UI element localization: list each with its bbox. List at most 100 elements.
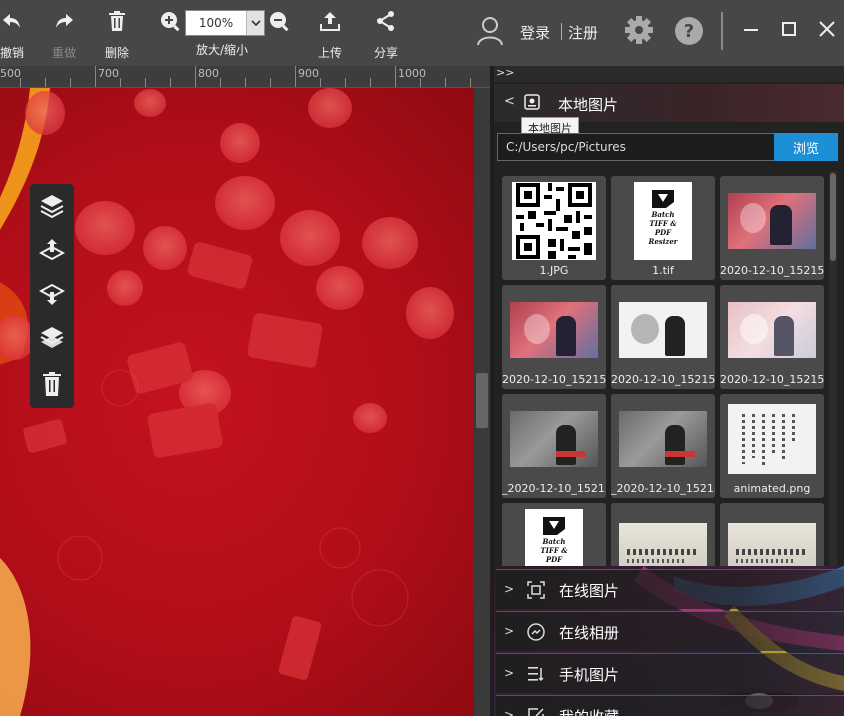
undo-label: 撤销 [0, 46, 24, 60]
bring-to-front-button[interactable] [36, 322, 68, 354]
minimize-icon[interactable] [742, 20, 760, 38]
delete-button[interactable]: 删除 [97, 0, 137, 66]
upload-label: 上传 [317, 46, 342, 60]
login-link[interactable]: 登录 [520, 22, 550, 43]
tif-logo-icon [652, 190, 674, 208]
section-phone-images[interactable]: > 手机图片 [496, 653, 844, 693]
canvas-vertical-scrollbar[interactable] [474, 88, 490, 716]
browse-button[interactable]: 浏览 [774, 133, 838, 161]
share-button[interactable]: 分享 [366, 0, 406, 66]
chevron-down-icon[interactable] [246, 11, 264, 35]
send-backward-button[interactable] [36, 278, 68, 310]
ruler-label: 1000 [398, 67, 426, 80]
thumbnail-name: _2020-12-10_15215... [611, 482, 715, 495]
section-my-favorites[interactable]: > 我的收藏 [496, 695, 844, 716]
thumbnail-image [728, 400, 816, 478]
thumbnail-name: 1.tif [652, 264, 674, 277]
section-label: 在线相册 [559, 624, 620, 642]
favorites-icon [528, 708, 544, 716]
zoom-input[interactable] [186, 11, 246, 35]
trash-icon [43, 372, 61, 396]
toolbar-divider [721, 12, 723, 50]
register-link[interactable]: 注册 [568, 22, 598, 43]
scroll-thumb[interactable] [830, 173, 836, 261]
thumbnail-item[interactable] [611, 503, 715, 568]
section-online-images[interactable]: > 在线图片 [496, 569, 844, 609]
section-label: 我的收藏 [559, 706, 619, 716]
thumbnail-name: 2020-12-10_152156... [720, 264, 824, 277]
gear-icon[interactable] [624, 15, 654, 45]
thumbnail-name: animated.png [733, 482, 811, 495]
layers-icon [40, 195, 64, 219]
section-arrow: > [504, 582, 515, 596]
bring-forward-button[interactable] [36, 234, 68, 266]
online-album-icon [527, 623, 545, 641]
section-arrow: > [504, 624, 515, 638]
thumbnail-item[interactable]: _2020-12-10_15215... [502, 394, 606, 498]
upload-button[interactable]: 上传 [310, 0, 350, 66]
layers-button[interactable] [36, 190, 68, 222]
online-image-icon [527, 581, 545, 599]
panel-expand-toggle[interactable]: >> [494, 66, 844, 82]
upload-icon [320, 12, 340, 31]
thumbnail-name: 2020-12-10_152156... [720, 373, 824, 386]
bring-forward-icon [39, 239, 65, 261]
horizontal-ruler: 500 700 800 900 1000 [0, 66, 490, 88]
thumbnail-name: 1.JPG [539, 264, 569, 277]
thumbnail-image: Batch TIFF & PDF [510, 509, 598, 568]
thumbnail-image [728, 509, 816, 568]
thumbnail-item[interactable]: 2020-12-10_152156... [720, 176, 824, 280]
panel-title: 本地图片 [558, 96, 619, 114]
thumbnail-item[interactable]: Batch TIFF & PDF Resizer 1.tif [611, 176, 715, 280]
undo-button[interactable]: 撤销 [0, 0, 32, 66]
thumbnail-image [619, 509, 707, 568]
thumbnail-item[interactable]: Batch TIFF & PDF [502, 503, 606, 568]
layer-toolbar [30, 184, 74, 408]
scroll-thumb[interactable] [476, 373, 488, 428]
tif-logo-icon [543, 517, 565, 535]
thumbnail-item[interactable]: 1.JPG [502, 176, 606, 280]
thumbnail-image [728, 291, 816, 369]
thumbnail-scrollbar[interactable] [829, 171, 837, 566]
zoom-in-button[interactable] [157, 0, 183, 66]
delete-layer-button[interactable] [36, 368, 68, 400]
zoom-out-icon [270, 12, 289, 32]
svg-text:?: ? [684, 21, 694, 42]
thumbnail-name: 2020-12-10_152156... [611, 373, 715, 386]
send-backward-icon [39, 283, 65, 305]
thumbnail-image [728, 182, 816, 260]
maximize-icon[interactable] [780, 20, 798, 38]
thumbnail-image: Batch TIFF & PDF Resizer [619, 182, 707, 260]
thumbnail-item[interactable]: _2020-12-10_15215... [611, 394, 715, 498]
back-button[interactable]: < [504, 94, 515, 109]
section-label: 手机图片 [559, 666, 620, 684]
section-arrow: > [504, 666, 515, 680]
login-separator [561, 23, 562, 40]
thumbnail-item[interactable]: animated.png [720, 394, 824, 498]
thumbnail-grid: 1.JPG Batch TIFF & PDF Resizer 1.tif 202… [497, 168, 827, 568]
redo-button[interactable]: 重做 [44, 0, 84, 66]
help-icon[interactable]: ? [674, 16, 704, 46]
zoom-out-button[interactable] [266, 0, 292, 66]
ruler-label: 700 [98, 67, 119, 80]
folder-path-input[interactable] [497, 133, 775, 161]
close-icon[interactable] [818, 20, 836, 38]
thumbnail-name: 2020-12-10_152156... [502, 373, 606, 386]
zoom-combobox[interactable] [185, 10, 265, 36]
thumbnail-item[interactable]: 2020-12-10_152156... [611, 285, 715, 389]
undo-icon [3, 14, 20, 28]
thumbnail-image [510, 182, 598, 260]
thumbnail-item[interactable]: 2020-12-10_152156... [502, 285, 606, 389]
thumbnail-item[interactable] [720, 503, 824, 568]
app-window: 撤销 重做 删除 放大/缩小 上传 分享 登录 [0, 0, 844, 716]
section-label: 在线图片 [559, 582, 620, 600]
local-image-icon [524, 94, 540, 110]
folder-path-row: 浏览 [497, 133, 838, 161]
top-toolbar: 撤销 重做 删除 放大/缩小 上传 分享 登录 [0, 0, 844, 66]
thumbnail-image [510, 400, 598, 478]
user-avatar-icon[interactable] [476, 16, 504, 46]
share-label: 分享 [373, 46, 398, 60]
thumbnail-item[interactable]: 2020-12-10_152156... [720, 285, 824, 389]
section-online-albums[interactable]: > 在线相册 [496, 611, 844, 651]
delete-label: 删除 [104, 46, 129, 60]
